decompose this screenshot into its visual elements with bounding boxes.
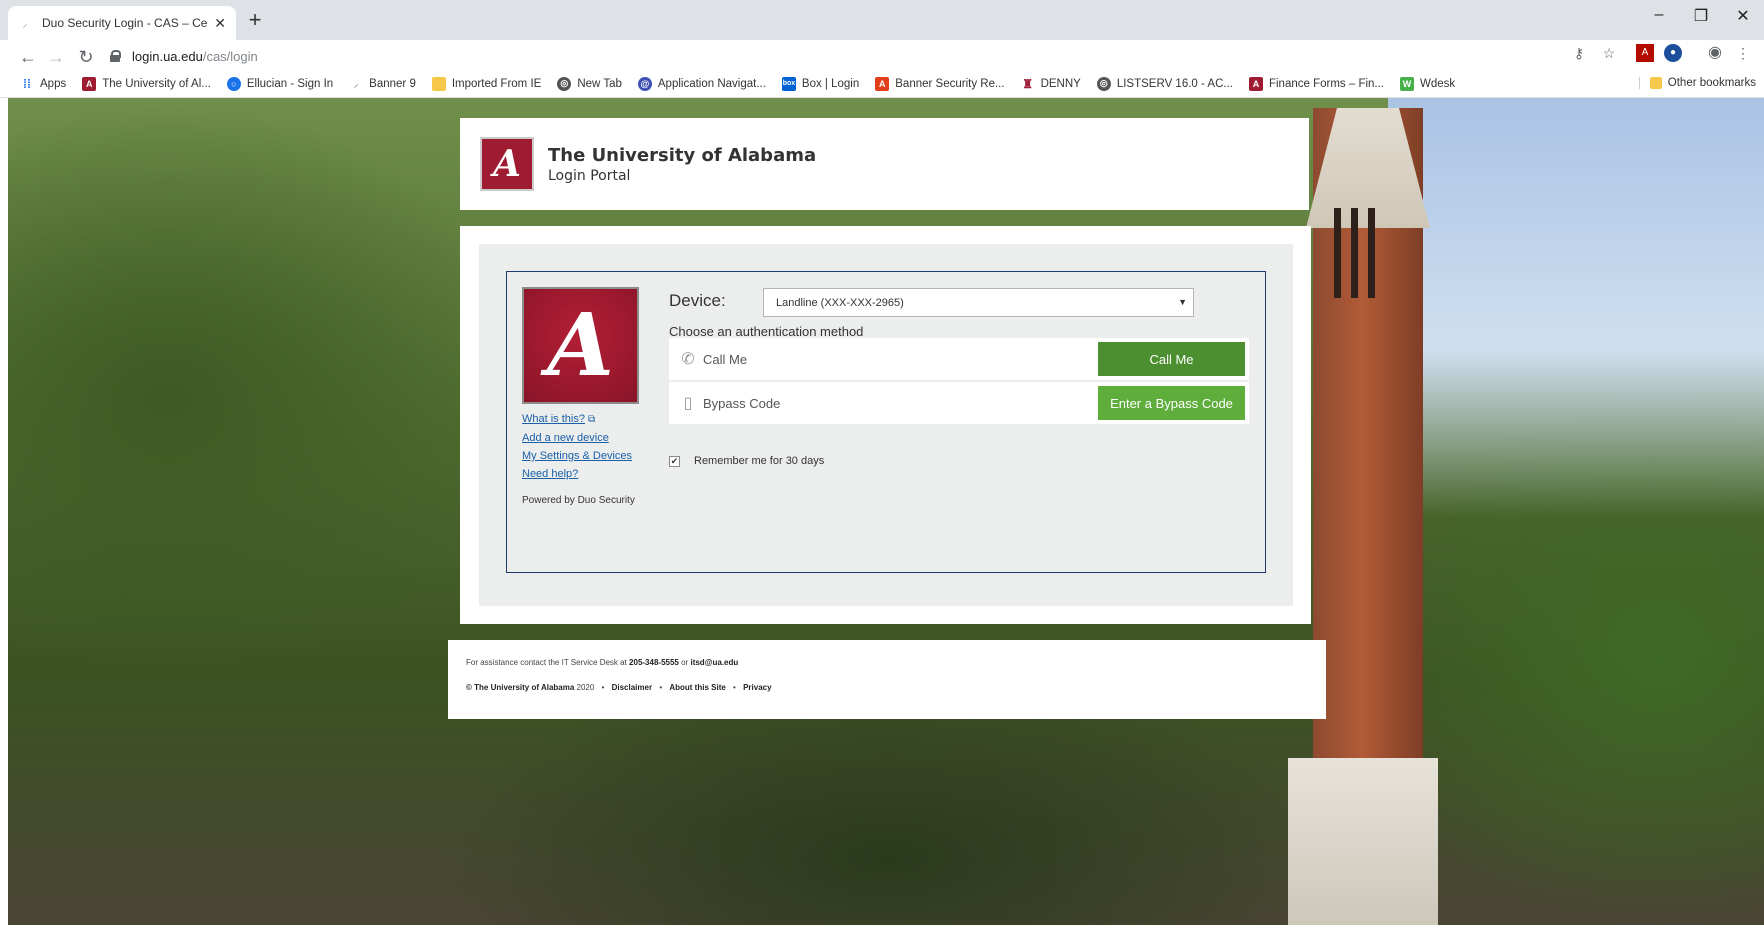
ua-logo-icon: A <box>1248 76 1263 91</box>
settings-devices-link[interactable]: My Settings & Devices <box>522 447 632 465</box>
bookmark-listserv[interactable]: ◎ LISTSERV 16.0 - AC... <box>1096 76 1233 91</box>
remember-me: ✔ Remember me for 30 days <box>669 455 824 467</box>
apps-grid-icon: ⁞⁞ <box>23 76 31 91</box>
url-host: login.ua.edu <box>132 48 203 64</box>
browser-tab[interactable]: ⸝ Duo Security Login - CAS – Centr ✕ <box>8 6 236 40</box>
device-label: Device: <box>669 291 726 310</box>
help-desk-phone: 205-348-5555 <box>629 658 679 667</box>
banner-icon: ⸝ <box>353 79 359 89</box>
close-tab-icon[interactable]: ✕ <box>214 15 226 32</box>
tower-window <box>1334 208 1341 298</box>
extension-globe-icon[interactable]: ● <box>1664 44 1682 62</box>
bookmark-imported-ie[interactable]: Imported From IE <box>431 76 541 91</box>
lock-icon[interactable] <box>110 50 121 62</box>
sky-area <box>1388 98 1764 518</box>
page-subtitle: Login Portal <box>548 167 631 184</box>
reload-icon[interactable]: ↻ <box>74 46 98 68</box>
folder-icon <box>431 76 446 91</box>
method-row-call: ✆ Call Me Call Me <box>669 338 1249 380</box>
ua-logo: A <box>480 137 534 191</box>
choose-method-label: Choose an authentication method <box>669 324 864 339</box>
about-site-link[interactable]: About this Site <box>669 683 725 692</box>
globe-icon: ◎ <box>557 76 572 91</box>
device-select-value: Landline (XXX-XXX-2965) <box>776 296 904 309</box>
call-me-button[interactable]: Call Me <box>1098 342 1245 376</box>
login-card-inner: A What is this? ⧉ Add a new device My Set… <box>479 244 1293 606</box>
bookmarks-bar: ⁞⁞ Apps A The University of Al... ○ Ellucia… <box>0 70 1764 98</box>
forward-arrow-icon[interactable]: → <box>44 46 68 68</box>
remember-me-label: Remember me for 30 days <box>694 455 825 467</box>
globe-icon: ◎ <box>1096 76 1111 91</box>
add-device-link[interactable]: Add a new device <box>522 429 632 447</box>
bookmark-banner9[interactable]: ⸝ Banner 9 <box>349 77 416 91</box>
tab-strip: ⸝ Duo Security Login - CAS – Centr ✕ + –… <box>0 0 1764 40</box>
loading-favicon-icon: ⸝ <box>22 19 28 30</box>
assistance-text: For assistance contact the IT Service De… <box>466 658 739 667</box>
footer-legal: © The University of Alabama 2020 • Discl… <box>466 683 772 692</box>
bookmark-new-tab[interactable]: ◎ New Tab <box>557 76 622 91</box>
star-bookmark-icon[interactable]: ☆ <box>1600 44 1618 62</box>
ellucian-icon: ○ <box>226 76 241 91</box>
need-help-link[interactable]: Need help? <box>522 465 632 483</box>
portal-header: A The University of Alabama Login Portal <box>460 118 1309 210</box>
tower-window <box>1351 208 1358 298</box>
privacy-link[interactable]: Privacy <box>743 683 771 692</box>
denny-icon: ♜ <box>1022 76 1033 91</box>
disclaimer-link[interactable]: Disclaimer <box>612 683 652 692</box>
menu-kebab-icon[interactable]: ⋮ <box>1734 44 1752 62</box>
box-icon: box <box>781 76 796 91</box>
login-card: A What is this? ⧉ Add a new device My Set… <box>460 226 1311 624</box>
duo-custom-logo: A <box>522 287 639 404</box>
profile-avatar-icon[interactable]: ◉ <box>1706 44 1724 62</box>
bookmark-denny[interactable]: ♜ DENNY <box>1021 77 1081 91</box>
enter-bypass-code-button[interactable]: Enter a Bypass Code <box>1098 386 1245 420</box>
minimize-icon[interactable]: – <box>1644 6 1674 24</box>
chevron-down-icon: ▼ <box>1178 297 1187 307</box>
close-window-icon[interactable]: ✕ <box>1728 6 1758 26</box>
phone-icon: ✆ <box>681 351 695 368</box>
external-link-icon: ⧉ <box>587 414 596 425</box>
other-bookmarks[interactable]: Other bookmarks <box>1638 77 1756 89</box>
bookmark-finance-forms[interactable]: A Finance Forms – Fin... <box>1248 76 1384 91</box>
acrobat-extension-icon[interactable]: A <box>1636 44 1654 62</box>
bookmark-app-nav[interactable]: @ Application Navigat... <box>637 76 766 91</box>
page-title: The University of Alabama <box>548 144 817 166</box>
method-row-bypass: ▯ Bypass Code Enter a Bypass Code <box>669 382 1249 424</box>
what-is-this-link[interactable]: What is this? ⧉ <box>522 410 632 429</box>
page-footer: For assistance contact the IT Service De… <box>448 640 1326 719</box>
app-nav-icon: @ <box>637 76 652 91</box>
bookmark-banner-security[interactable]: A Banner Security Re... <box>875 76 1005 91</box>
powered-by-duo: Powered by Duo Security <box>522 495 635 506</box>
bookmark-ellucian[interactable]: ○ Ellucian - Sign In <box>226 76 333 91</box>
restore-icon[interactable]: ❐ <box>1686 6 1716 26</box>
ua-logo-icon: A <box>82 76 97 91</box>
tab-title: Duo Security Login - CAS – Centr <box>42 16 209 30</box>
bookmark-box[interactable]: box Box | Login <box>781 76 859 91</box>
bell-tower-base <box>1288 758 1438 925</box>
url-path: /cas/login <box>202 48 258 64</box>
back-arrow-icon[interactable]: ← <box>16 46 40 68</box>
new-tab-button[interactable]: + <box>244 8 266 32</box>
help-desk-email[interactable]: itsd@ua.edu <box>690 658 738 667</box>
duo-help-links: What is this? ⧉ Add a new device My Setti… <box>522 410 632 483</box>
folder-icon <box>1649 77 1662 89</box>
bookmark-wdesk[interactable]: W Wdesk <box>1400 76 1455 91</box>
wdesk-icon: W <box>1400 76 1415 91</box>
bypass-code-icon: ▯ <box>683 395 693 412</box>
copyright-year: 2020 <box>576 683 595 692</box>
copyright-org: © The University of Alabama <box>466 683 575 692</box>
banner-security-icon: A <box>875 76 890 91</box>
key-icon[interactable]: ⚷ <box>1570 44 1588 62</box>
remember-me-checkbox[interactable]: ✔ <box>669 455 680 467</box>
bookmark-ua[interactable]: A The University of Al... <box>82 76 211 91</box>
device-select[interactable]: Landline (XXX-XXX-2965) ▼ <box>763 288 1194 317</box>
tower-window <box>1368 208 1375 298</box>
duo-prompt-frame: A What is this? ⧉ Add a new device My Set… <box>506 271 1266 573</box>
bookmark-apps[interactable]: ⁞⁞ Apps <box>20 77 66 91</box>
address-bar[interactable]: login.ua.edu/cas/login <box>110 43 1610 69</box>
